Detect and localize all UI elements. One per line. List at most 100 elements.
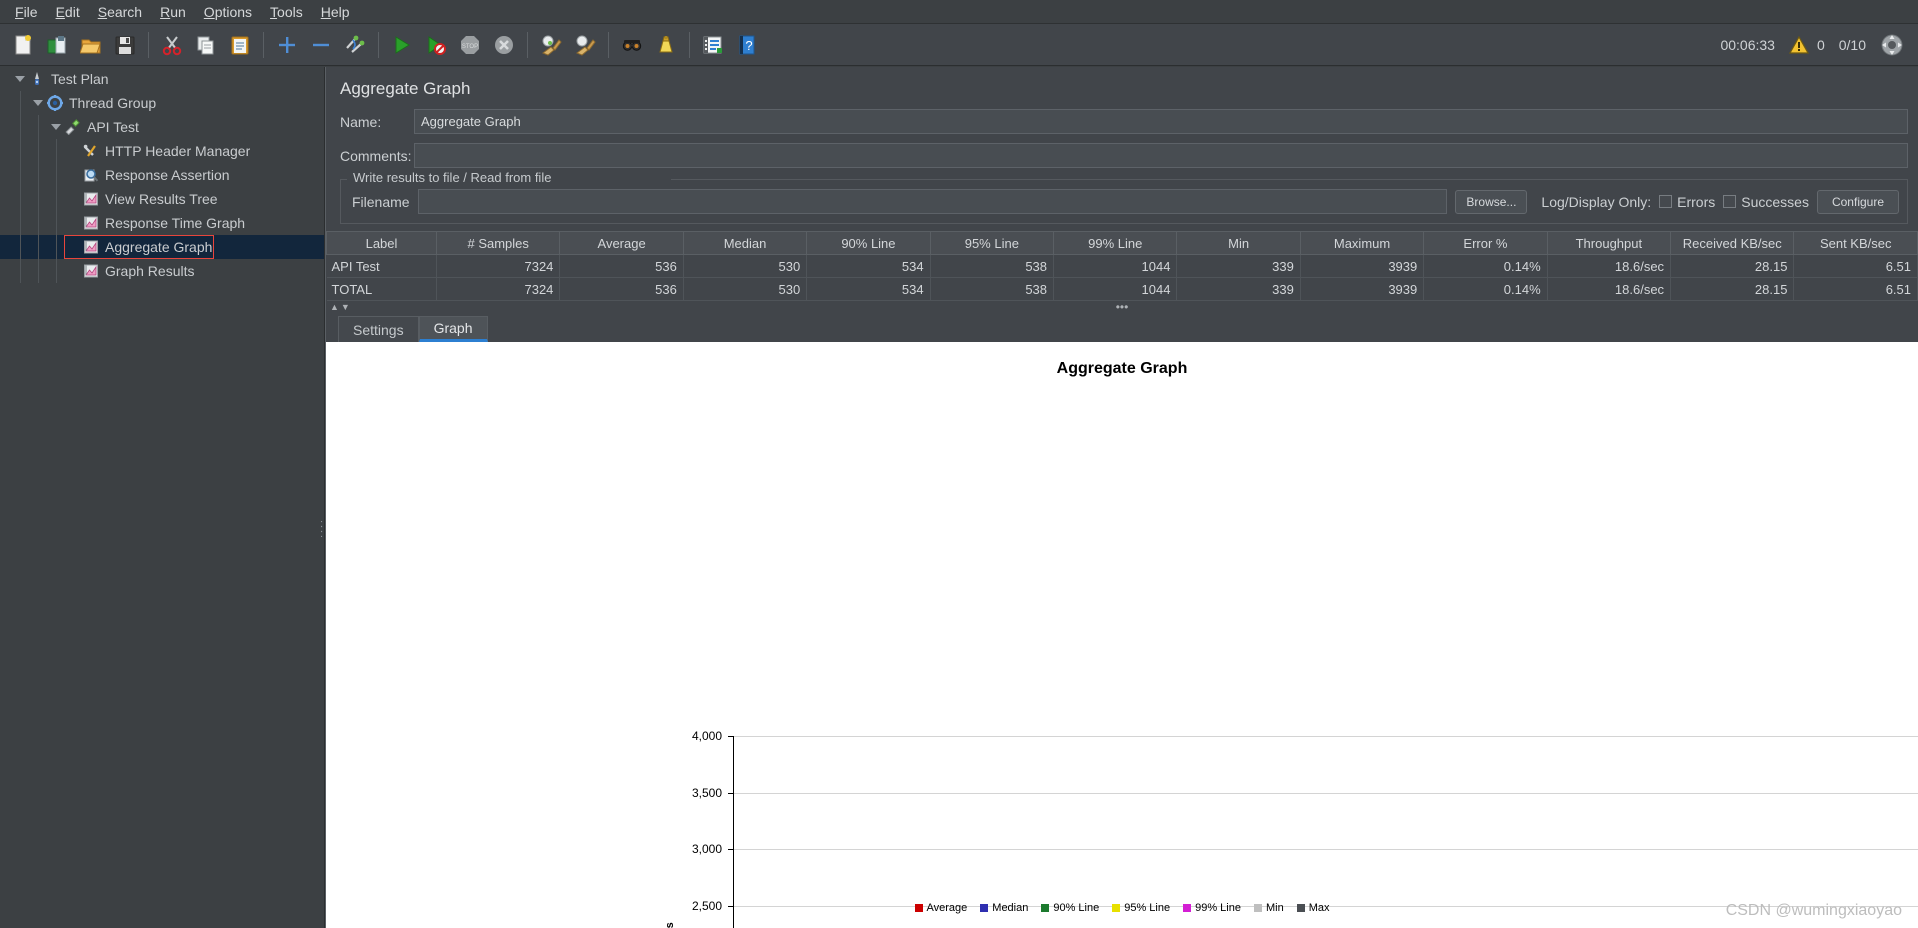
table-column-received-kb-sec[interactable]: Received KB/sec	[1670, 231, 1795, 255]
successes-checkbox-box[interactable]	[1723, 195, 1737, 208]
successes-checkbox[interactable]: Successes	[1723, 194, 1809, 210]
filename-input[interactable]	[417, 189, 1448, 214]
expand-all-icon[interactable]	[270, 28, 304, 62]
legend-item-90-line[interactable]: 90% Line	[1041, 902, 1099, 914]
tab-graph[interactable]: Graph	[418, 316, 488, 342]
toggle-icon[interactable]	[338, 28, 372, 62]
paste-icon[interactable]	[223, 28, 257, 62]
start-icon[interactable]	[385, 28, 419, 62]
table-column-maximum[interactable]: Maximum	[1299, 231, 1425, 255]
menu-search[interactable]: Search	[89, 2, 151, 22]
table-column--samples[interactable]: # Samples	[435, 231, 561, 255]
warning-triangle-icon	[1788, 35, 1809, 54]
start-no-pauses-icon[interactable]	[419, 28, 453, 62]
table-column-throughput[interactable]: Throughput	[1546, 231, 1672, 255]
legend-item-median[interactable]: Median	[980, 902, 1028, 914]
collapse-all-icon[interactable]	[304, 28, 338, 62]
menu-edit[interactable]: Edit	[47, 2, 89, 22]
warning-indicator[interactable]: 0	[1788, 35, 1825, 54]
chevron-down-icon[interactable]	[30, 95, 46, 111]
tree-node-label: Response Time Graph	[105, 215, 246, 231]
stop-icon[interactable]: STOP	[453, 28, 487, 62]
aggregate-graph-chart: Aggregate Graph Milliseconds 05001,0001,…	[326, 342, 1918, 928]
table-column-90-line[interactable]: 90% Line	[806, 231, 931, 255]
tree-node-response-time-graph[interactable]: Response Time Graph	[0, 211, 324, 235]
open-icon[interactable]	[74, 28, 108, 62]
table-column-95-line[interactable]: 95% Line	[929, 231, 1055, 255]
toolbar-separator	[378, 31, 379, 58]
clear-icon[interactable]	[534, 28, 568, 62]
menu-run[interactable]: Run	[151, 2, 195, 22]
table-column-99-line[interactable]: 99% Line	[1053, 231, 1178, 255]
errors-checkbox[interactable]: Errors	[1659, 194, 1715, 210]
table-header-row[interactable]: Label # Samples Average Median 90% Line 95% L…	[326, 231, 1918, 255]
legend-item-min[interactable]: Min	[1253, 902, 1284, 914]
new-icon[interactable]	[6, 28, 40, 62]
legend-swatch	[1112, 904, 1121, 912]
menu-help[interactable]: Help	[312, 2, 359, 22]
legend-label: 90% Line	[1053, 902, 1100, 914]
copy-icon[interactable]	[189, 28, 223, 62]
table-column-min[interactable]: Min	[1176, 231, 1301, 255]
tree-splitter-handle[interactable]: :::	[319, 67, 324, 928]
table-cell: 1044	[1053, 254, 1178, 278]
tree-node-http-header-manager[interactable]: HTTP Header Manager	[0, 139, 324, 163]
clear-all-icon[interactable]	[568, 28, 602, 62]
configure-button[interactable]: Configure	[1816, 189, 1899, 214]
tree-node-test-plan[interactable]: Test Plan	[0, 67, 324, 91]
errors-checkbox-label: Errors	[1677, 193, 1716, 210]
legend-item-average[interactable]: Average	[914, 902, 967, 914]
tree-node-response-assertion[interactable]: Response Assertion	[0, 163, 324, 187]
cut-icon[interactable]	[155, 28, 189, 62]
errors-checkbox-box[interactable]	[1659, 195, 1673, 208]
tree-node-view-results-tree[interactable]: View Results Tree	[0, 187, 324, 211]
y-axis-tick	[728, 849, 734, 851]
warning-count: 0	[1816, 36, 1825, 53]
grip-arrows-icon[interactable]: ▲▼	[330, 302, 352, 312]
table-column-label[interactable]: Label	[326, 231, 437, 255]
table-row[interactable]: API Test 7324 536 530 534 538 1044 339 3939 0.14%…	[326, 254, 1918, 278]
templates-icon[interactable]	[40, 28, 74, 62]
log-display-only-label: Log/Display Only:	[1541, 193, 1652, 210]
table-column-sent-kb-sec[interactable]: Sent KB/sec	[1793, 231, 1918, 255]
tab-label: Graph	[433, 320, 473, 336]
search-icon[interactable]	[615, 28, 649, 62]
shutdown-icon[interactable]	[487, 28, 521, 62]
menu-tools[interactable]: Tools	[261, 2, 312, 22]
legend-item-max[interactable]: Max	[1296, 902, 1330, 914]
comments-input[interactable]	[414, 143, 1908, 168]
tree-guide-line	[20, 91, 21, 283]
table-cell: 3939	[1300, 277, 1425, 301]
chevron-down-icon[interactable]	[48, 119, 64, 135]
tab-settings[interactable]: Settings	[338, 316, 419, 342]
table-column-average[interactable]: Average	[559, 231, 684, 255]
name-input[interactable]	[414, 109, 1908, 134]
chevron-down-icon[interactable]	[12, 71, 28, 87]
chart-gridline	[734, 736, 1918, 737]
tree-node-thread-group[interactable]: Thread Group	[0, 91, 324, 115]
tree-node-aggregate-graph[interactable]: Aggregate Graph	[0, 235, 324, 259]
legend-item-99-line[interactable]: 99% Line	[1183, 902, 1241, 914]
tree-node-api-test[interactable]: API Test	[0, 115, 324, 139]
menu-file[interactable]: File	[6, 2, 47, 22]
thread-gauge-icon[interactable]	[1880, 33, 1904, 57]
function-helper-icon[interactable]	[696, 28, 730, 62]
aggregate-results-table[interactable]: Label # Samples Average Median 90% Line 95% L…	[326, 231, 1918, 301]
test-plan-tree[interactable]: Test Plan Thread Group API Test HTTP Header…	[0, 67, 325, 928]
table-row[interactable]: TOTAL 7324 536 530 534 538 1044 339 3939 0.14% 18.…	[326, 277, 1918, 301]
table-column-error-[interactable]: Error %	[1423, 231, 1548, 255]
save-icon[interactable]	[108, 28, 142, 62]
table-column-median[interactable]: Median	[682, 231, 808, 255]
help-icon[interactable]: ?	[730, 28, 764, 62]
menu-options[interactable]: Options	[195, 2, 261, 22]
legend-item-95-line[interactable]: 95% Line	[1112, 902, 1170, 914]
grip-dots-icon[interactable]: •••	[1116, 301, 1129, 313]
browse-button[interactable]: Browse...	[1455, 189, 1528, 214]
table-cell: 3939	[1300, 254, 1425, 278]
tree-node-graph-results[interactable]: Graph Results	[0, 259, 324, 283]
tree-node-label: API Test	[87, 119, 139, 135]
search-reset-icon[interactable]	[649, 28, 683, 62]
panel-resize-grip[interactable]: ▲▼ •••	[326, 301, 1918, 315]
